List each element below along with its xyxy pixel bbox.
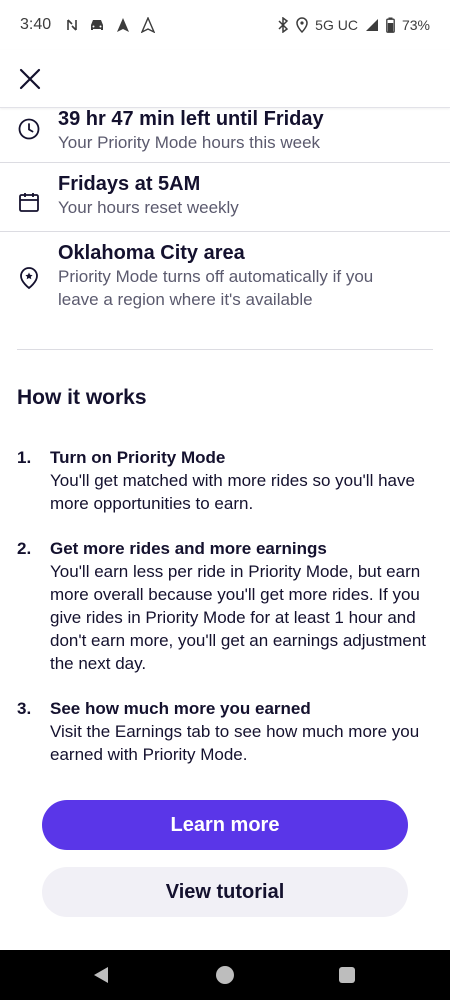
- battery-percent: 73%: [401, 17, 430, 33]
- clock-icon: [17, 117, 41, 141]
- step-description: Visit the Earnings tab to see how much m…: [50, 722, 420, 764]
- info-row-reset: Fridays at 5AM Your hours reset weekly: [0, 163, 450, 232]
- recents-icon[interactable]: [339, 967, 355, 983]
- content: 39 hr 47 min left until Friday Your Prio…: [0, 107, 450, 764]
- system-nav-bar: [0, 950, 450, 1000]
- info-subtitle: Your Priority Mode hours this week: [58, 133, 321, 152]
- info-title: Oklahoma City area: [58, 242, 245, 264]
- step-title: Get more rides and more earnings: [50, 539, 327, 558]
- status-right: 5G UC 73%: [277, 17, 430, 33]
- info-title: 39 hr 47 min left until Friday: [58, 108, 324, 130]
- learn-more-button[interactable]: Learn more: [42, 800, 408, 850]
- steps-list: 1. Turn on Priority Mode You'll get matc…: [17, 446, 437, 788]
- view-tutorial-button[interactable]: View tutorial: [42, 867, 408, 917]
- step-number: 1.: [17, 448, 32, 467]
- close-icon: [19, 68, 41, 90]
- info-subtitle: Your hours reset weekly: [58, 198, 239, 217]
- car-icon: [89, 18, 105, 32]
- close-button[interactable]: [14, 63, 46, 95]
- nfc-icon: [65, 18, 79, 32]
- step-number: 3.: [17, 699, 32, 718]
- location-icon: [296, 17, 308, 33]
- navigation-outline-icon: [141, 17, 156, 33]
- step-title: See how much more you earned: [50, 699, 311, 718]
- top-bar: [0, 50, 450, 108]
- step-description: You'll earn less per ride in Priority Mo…: [50, 562, 426, 673]
- status-bar: 3:40 5G UC 73%: [0, 0, 450, 50]
- status-time: 3:40: [20, 16, 52, 33]
- step-item: 1. Turn on Priority Mode You'll get matc…: [17, 446, 437, 515]
- how-it-works-title: How it works: [17, 386, 147, 409]
- info-row-region: Oklahoma City area Priority Mode turns o…: [0, 232, 450, 309]
- bluetooth-icon: [277, 17, 289, 33]
- status-left: 3:40: [20, 16, 156, 34]
- step-item: 2. Get more rides and more earnings You'…: [17, 537, 437, 675]
- home-icon[interactable]: [216, 966, 234, 984]
- section-divider: [17, 349, 433, 350]
- step-title: Turn on Priority Mode: [50, 448, 226, 467]
- info-subtitle: Priority Mode turns off automatically if…: [58, 267, 374, 309]
- step-number: 2.: [17, 539, 32, 558]
- network-label: 5G UC: [315, 17, 358, 33]
- step-item: 3. See how much more you earned Visit th…: [17, 697, 437, 766]
- calendar-icon: [17, 190, 41, 214]
- info-title: Fridays at 5AM: [58, 173, 201, 195]
- location-star-icon: [17, 266, 41, 290]
- signal-icon: [365, 18, 379, 32]
- info-row-hours-left: 39 hr 47 min left until Friday Your Prio…: [0, 107, 450, 163]
- navigation-icon: [115, 17, 131, 33]
- back-icon[interactable]: [93, 966, 109, 989]
- battery-icon: [386, 17, 395, 33]
- step-description: You'll get matched with more rides so yo…: [50, 471, 415, 513]
